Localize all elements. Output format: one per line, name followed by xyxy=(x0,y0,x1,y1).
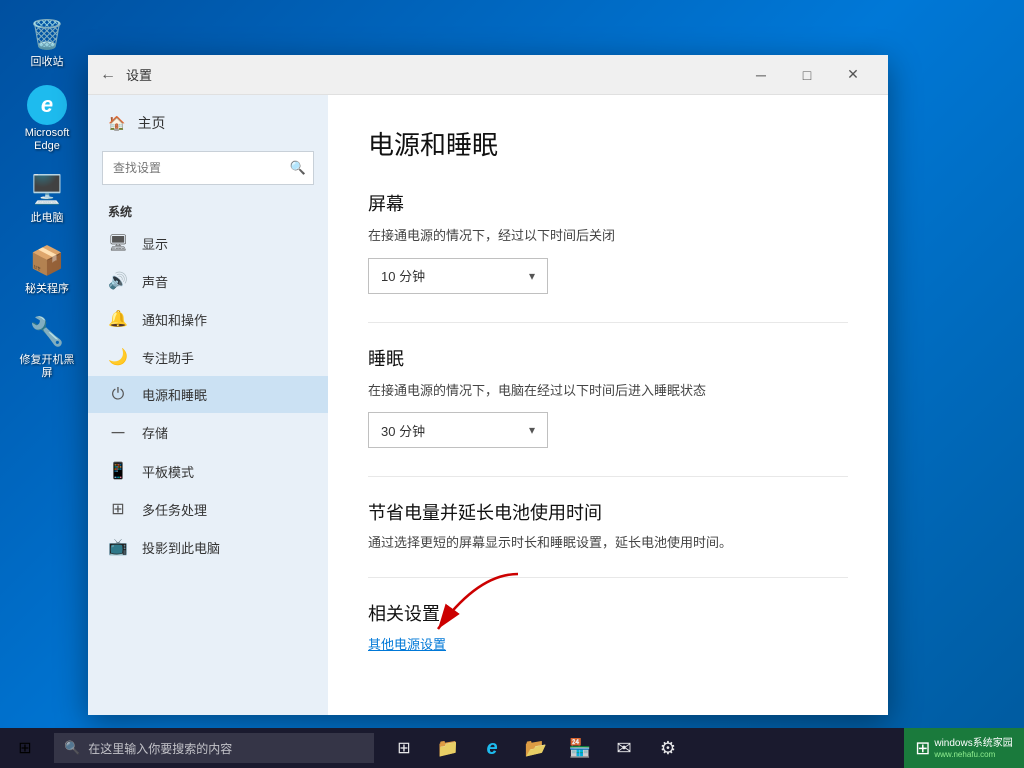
sidebar-item-project[interactable]: 📺 投影到此电脑 xyxy=(88,528,328,566)
sidebar-home-button[interactable]: 🏠 主页 xyxy=(88,103,328,143)
sidebar-search: 🔍 xyxy=(102,151,314,185)
sleep-dropdown-arrow: ▾ xyxy=(529,423,535,437)
save-energy-section: 节省电量并延长电池使用时间 通过选择更短的屏幕显示时长和睡眠设置，延长电池使用时… xyxy=(368,499,848,553)
sleep-timeout-dropdown[interactable]: 30 分钟 ▾ xyxy=(368,412,548,448)
screen-section-desc: 在接通电源的情况下，经过以下时间后关闭 xyxy=(368,226,848,246)
other-power-settings-link[interactable]: 其他电源设置 xyxy=(368,637,446,652)
sidebar-item-sound[interactable]: 🔊 声音 xyxy=(88,262,328,300)
home-icon: 🏠 xyxy=(108,115,125,132)
store-icon: 🏪 xyxy=(569,738,591,759)
screen-dropdown-arrow: ▾ xyxy=(529,269,535,283)
notifications-icon: 🔔 xyxy=(108,309,128,329)
taskbar-store[interactable]: 🏪 xyxy=(558,728,602,768)
multitask-label: 多任务处理 xyxy=(142,500,207,519)
sidebar-item-power[interactable]: ⏻ 电源和睡眠 xyxy=(88,376,328,413)
sidebar-item-notifications[interactable]: 🔔 通知和操作 xyxy=(88,300,328,338)
start-button[interactable]: ⊞ xyxy=(0,728,50,768)
sound-label: 声音 xyxy=(142,272,168,291)
taskbar-mail[interactable]: ✉ xyxy=(602,728,646,768)
taskbar-apps: ⊞ 📁 e 📂 🏪 ✉ ⚙ xyxy=(382,728,690,768)
back-button[interactable]: ← xyxy=(100,66,116,84)
main-content: 电源和睡眠 屏幕 在接通电源的情况下，经过以下时间后关闭 10 分钟 ▾ 睡眠 … xyxy=(328,95,888,715)
screen-section-title: 屏幕 xyxy=(368,190,848,216)
page-title: 电源和睡眠 xyxy=(368,125,848,162)
this-pc-icon[interactable]: 🖥️ 此电脑 xyxy=(12,166,82,229)
sidebar-item-focus[interactable]: 🌙 专注助手 xyxy=(88,338,328,376)
desktop-icons: 🗑️ 回收站 e MicrosoftEdge 🖥️ 此电脑 📦 秘关程序 🔧 修… xyxy=(12,10,82,384)
window-body: 🏠 主页 🔍 系统 🖥 显示 🔊 声音 🔔 通 xyxy=(88,95,888,715)
file-explorer-icon: 📁 xyxy=(437,738,459,759)
mail-icon: ✉ xyxy=(616,738,631,759)
sidebar: 🏠 主页 🔍 系统 🖥 显示 🔊 声音 🔔 通 xyxy=(88,95,328,715)
taskbar-explorer[interactable]: 📂 xyxy=(514,728,558,768)
tablet-label: 平板模式 xyxy=(142,462,194,481)
sidebar-item-multitask[interactable]: ⊞ 多任务处理 xyxy=(88,490,328,528)
desktop: 🗑️ 回收站 e MicrosoftEdge 🖥️ 此电脑 📦 秘关程序 🔧 修… xyxy=(0,0,1024,768)
sound-icon: 🔊 xyxy=(108,271,128,291)
sleep-section-title: 睡眠 xyxy=(368,345,848,371)
search-icon: 🔍 xyxy=(290,160,306,176)
screen-timeout-value: 10 分钟 xyxy=(381,266,425,285)
edge-icon[interactable]: e MicrosoftEdge xyxy=(12,81,82,157)
project-label: 投影到此电脑 xyxy=(142,538,220,557)
divider-3 xyxy=(368,577,848,578)
tablet-icon: 📱 xyxy=(108,461,128,481)
power-icon: ⏻ xyxy=(108,386,128,404)
explorer-icon: 📂 xyxy=(525,738,547,759)
screen-timeout-dropdown[interactable]: 10 分钟 ▾ xyxy=(368,258,548,294)
multitask-icon: ⊞ xyxy=(108,499,128,519)
recycle-bin-icon[interactable]: 🗑️ 回收站 xyxy=(12,10,82,73)
maximize-button[interactable]: □ xyxy=(784,55,830,95)
divider-2 xyxy=(368,476,848,477)
taskbar-right: 🌙 ⊟ e ⊞ windows系统家园 www.nehafu.com xyxy=(916,728,1024,768)
edge-taskbar-icon: e xyxy=(486,737,497,760)
fix-app-icon[interactable]: 🔧 修复开机黑屏 xyxy=(12,308,82,384)
home-label: 主页 xyxy=(137,113,165,133)
brand-url: www.nehafu.com xyxy=(934,750,1012,759)
taskbar-search-icon: 🔍 xyxy=(64,740,80,756)
display-icon: 🖥 xyxy=(108,233,128,253)
start-icon: ⊞ xyxy=(18,738,31,758)
brand-badge: ⊞ windows系统家园 www.nehafu.com xyxy=(904,728,1024,768)
divider-1 xyxy=(368,322,848,323)
minimize-button[interactable]: ─ xyxy=(738,55,784,95)
title-bar: ← 设置 ─ □ ✕ xyxy=(88,55,888,95)
brand-name: windows系统家园 xyxy=(934,738,1012,750)
arrow-container: 其他电源设置 xyxy=(368,634,848,654)
brand-logo-icon: ⊞ xyxy=(915,738,930,759)
taskbar-edge[interactable]: e xyxy=(470,728,514,768)
search-input[interactable] xyxy=(102,151,314,185)
storage-icon: ─ xyxy=(108,422,128,443)
sidebar-item-tablet[interactable]: 📱 平板模式 xyxy=(88,452,328,490)
related-section-title: 相关设置 xyxy=(368,600,848,626)
focus-icon: 🌙 xyxy=(108,347,128,367)
sidebar-item-display[interactable]: 🖥 显示 xyxy=(88,224,328,262)
focus-label: 专注助手 xyxy=(142,348,194,367)
taskbar-search[interactable]: 🔍 在这里输入你要搜索的内容 xyxy=(54,733,374,763)
power-label: 电源和睡眠 xyxy=(142,385,207,404)
window-title: 设置 xyxy=(126,65,738,84)
sleep-timeout-value: 30 分钟 xyxy=(381,421,425,440)
settings-window: ← 设置 ─ □ ✕ 🏠 主页 🔍 系统 xyxy=(88,55,888,715)
project-icon: 📺 xyxy=(108,537,128,557)
notifications-label: 通知和操作 xyxy=(142,310,207,329)
settings-icon: ⚙ xyxy=(660,738,676,759)
secret-app-icon[interactable]: 📦 秘关程序 xyxy=(12,237,82,300)
taskbar: ⊞ 🔍 在这里输入你要搜索的内容 ⊞ 📁 e 📂 🏪 ✉ xyxy=(0,728,1024,768)
save-energy-desc: 通过选择更短的屏幕显示时长和睡眠设置，延长电池使用时间。 xyxy=(368,533,848,553)
sleep-section-desc: 在接通电源的情况下，电脑在经过以下时间后进入睡眠状态 xyxy=(368,381,848,401)
window-controls: ─ □ ✕ xyxy=(738,55,876,95)
taskbar-task-view[interactable]: ⊞ xyxy=(382,728,426,768)
display-label: 显示 xyxy=(142,234,168,253)
taskbar-file-explorer[interactable]: 📁 xyxy=(426,728,470,768)
sidebar-section-title: 系统 xyxy=(88,193,328,224)
taskbar-settings[interactable]: ⚙ xyxy=(646,728,690,768)
close-button[interactable]: ✕ xyxy=(830,55,876,95)
task-view-icon: ⊞ xyxy=(397,738,410,758)
sidebar-item-storage[interactable]: ─ 存储 xyxy=(88,413,328,452)
taskbar-search-text: 在这里输入你要搜索的内容 xyxy=(88,740,232,757)
save-energy-title: 节省电量并延长电池使用时间 xyxy=(368,499,848,525)
storage-label: 存储 xyxy=(142,423,168,442)
